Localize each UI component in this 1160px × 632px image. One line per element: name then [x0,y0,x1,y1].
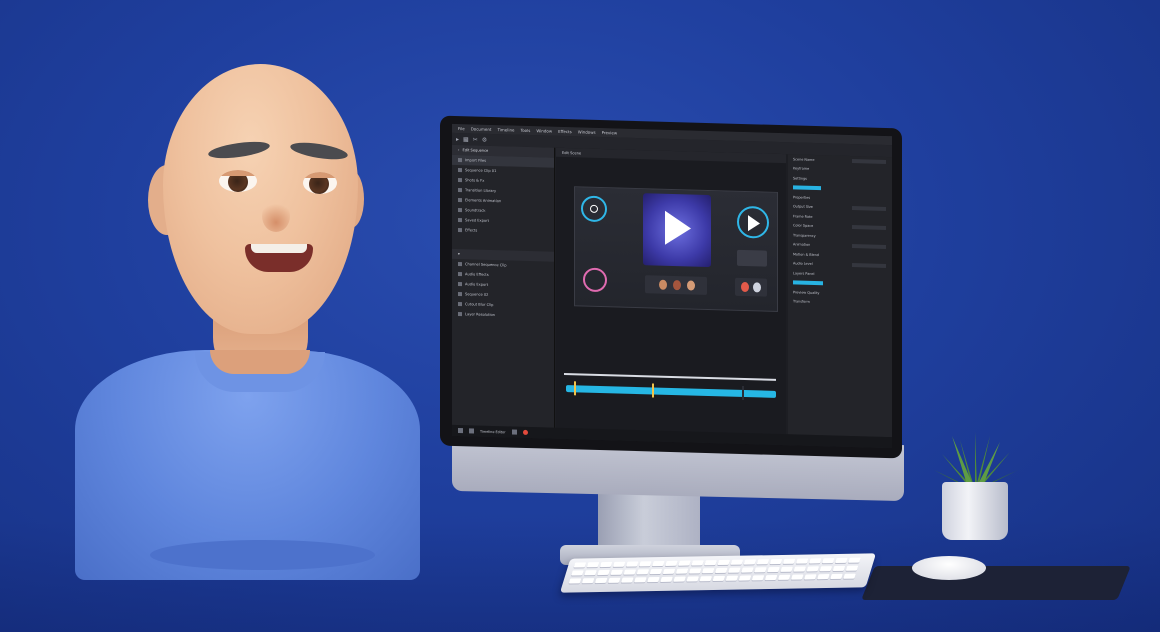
clip-thumbnails-secondary[interactable] [735,277,767,297]
bust-base [150,540,375,570]
app-icon[interactable] [469,428,474,434]
monitor-screen: File Document Timeline Tools Window Effe… [452,123,892,449]
file-icon [458,188,462,193]
file-icon [458,282,462,287]
mousepad [861,566,1131,600]
record-dot-icon [590,204,598,213]
clip-thumbnail [741,281,749,293]
user-avatar-icon[interactable] [737,249,767,267]
keyboard [559,553,877,593]
file-icon [458,272,462,277]
file-icon [458,198,462,203]
project-panel: › Edit Sequence Import Files Sequence Cl… [452,144,555,428]
menu-item[interactable]: Window [536,128,552,133]
computer-mouse [912,556,986,580]
timeline[interactable] [556,369,786,425]
timeline-track[interactable] [566,385,776,398]
plant-icon [934,432,1018,490]
file-icon [458,158,462,163]
property-field[interactable] [852,244,886,250]
head [163,64,358,334]
menu-item[interactable]: File [458,126,465,131]
menu-item[interactable]: Effects [558,129,572,134]
file-icon [458,228,462,233]
menu-item[interactable]: Document [471,126,492,132]
video-thumbnail[interactable] [643,193,711,268]
chevron-right-icon: › [458,148,460,153]
property-field[interactable] [852,263,886,269]
file-icon [458,292,462,297]
file-icon [458,208,462,213]
app-icon[interactable] [511,429,517,435]
clip-thumbnails[interactable] [645,275,707,295]
play-icon [748,215,760,232]
record-icon[interactable] [522,429,528,435]
scrub-bar[interactable] [564,372,776,381]
clip-thumbnail [753,282,761,293]
preview-canvas[interactable] [574,186,778,312]
properties-panel: Scene Name Keyframe Settings Properties … [788,154,892,438]
file-icon [458,262,462,267]
folder-icon: ▾ [458,252,460,257]
clip-thumbnail [687,280,695,291]
file-icon [458,168,462,173]
scene: File Document Timeline Tools Window Effe… [0,0,1160,632]
property-field[interactable] [852,225,886,231]
timeline-marker[interactable] [652,383,654,398]
smiling-mouth [245,244,313,272]
property-field[interactable] [852,158,886,164]
left-eye [219,170,257,192]
right-eye [303,172,337,194]
menu-item[interactable]: Windows [578,129,596,134]
tab-edit-scene[interactable]: Edit Scene [562,150,581,155]
cut-icon[interactable]: ✂ [473,136,478,143]
audio-icon[interactable] [583,267,607,293]
menu-item[interactable]: Preview [602,130,618,135]
gear-icon[interactable]: ⚙ [482,136,487,143]
file-icon [458,178,462,183]
list-item[interactable]: Effects [452,225,554,238]
menu-item[interactable]: Timeline [497,127,514,132]
play-icon [665,210,691,246]
accent-button[interactable] [793,280,823,286]
list-item[interactable]: Layer Resolution [452,309,554,322]
file-icon [458,312,462,317]
play-button[interactable] [737,205,769,239]
app-icon[interactable] [458,428,463,434]
file-icon [458,218,462,223]
grid-icon[interactable]: ▦ [463,136,469,143]
timeline-marker[interactable] [742,385,744,401]
taskbar-label[interactable]: Timeline Editor [480,429,506,434]
accent-button[interactable] [793,185,821,191]
timeline-marker[interactable] [574,381,576,396]
property-field[interactable] [852,206,886,212]
pointer-icon[interactable]: ▸ [456,135,459,142]
property-row: Transform [793,299,810,305]
neckline [210,350,310,374]
clip-thumbnail [659,279,667,290]
file-icon [458,302,462,307]
nose [262,200,290,232]
plant-pot [942,482,1008,540]
menu-item[interactable]: Tools [520,128,530,133]
clip-thumbnail [673,280,681,291]
